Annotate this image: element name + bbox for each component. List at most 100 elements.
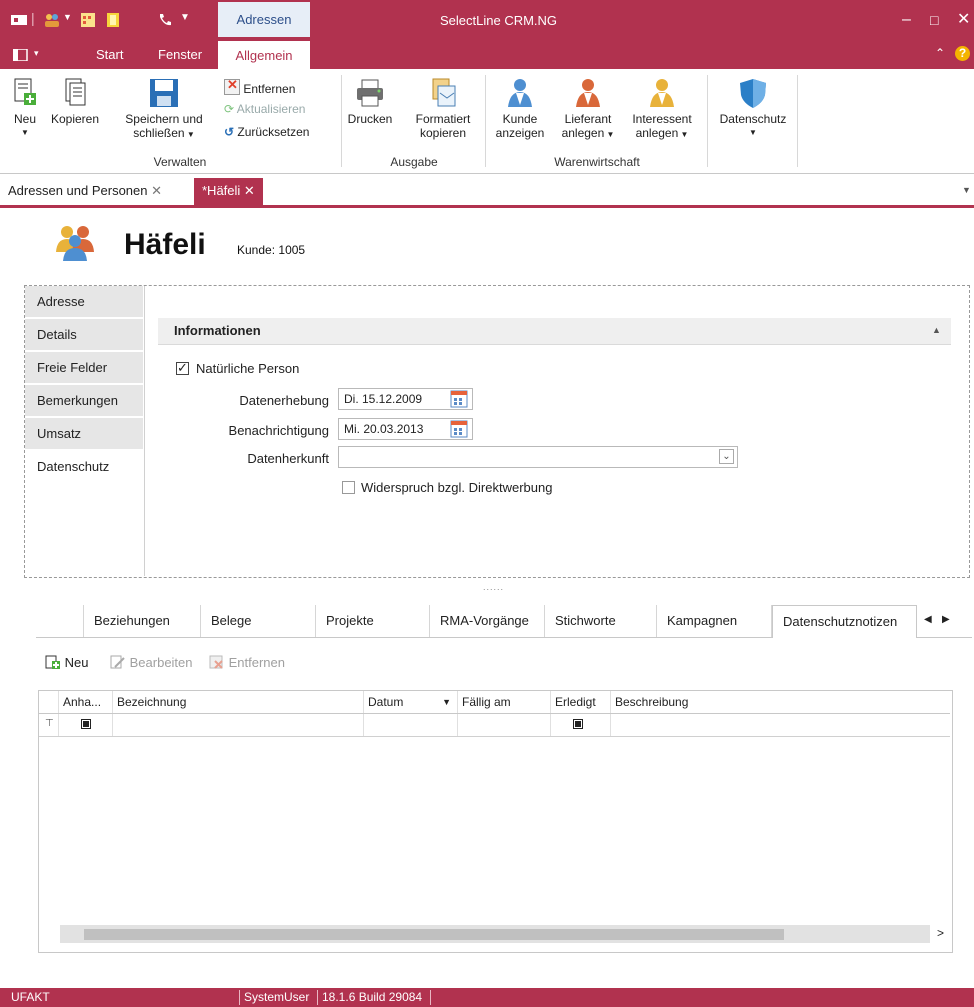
sidetab-umsatz[interactable]: Umsatz: [25, 418, 143, 450]
grid-edit-button[interactable]: Bearbeiten: [110, 655, 193, 670]
persons-quick-icon[interactable]: [44, 12, 60, 28]
calendar-icon[interactable]: [450, 390, 468, 408]
filter-checkbox-icon[interactable]: [573, 719, 583, 729]
scroll-right-icon[interactable]: >: [937, 926, 944, 940]
sidetab-details[interactable]: Details: [25, 319, 143, 351]
reset-button[interactable]: ↺ Zurücksetzen: [224, 124, 309, 140]
sidetab-bemerkungen[interactable]: Bemerkungen: [25, 385, 143, 417]
tab-fenster[interactable]: Fenster: [158, 41, 202, 69]
col-bezeichnung[interactable]: Bezeichnung: [113, 691, 364, 713]
natural-person-checkbox[interactable]: [176, 360, 189, 376]
status-mandant: UFAKT: [11, 990, 50, 1004]
copy-formatted-icon: [432, 78, 456, 107]
doctab-addresses-label: Adressen und Personen: [8, 183, 148, 198]
chevron-down-icon[interactable]: ⌄: [719, 449, 734, 464]
tab-belege[interactable]: Belege: [201, 605, 316, 637]
show-customer-label-2: anzeigen: [495, 126, 545, 140]
tab-list-dropdown-icon[interactable]: ▼: [962, 185, 971, 195]
doctab-haefeli[interactable]: *Häfeli ✕: [194, 178, 263, 205]
filter-attachment-cell[interactable]: [59, 714, 113, 736]
tab-scroll-right-icon[interactable]: ▶: [942, 614, 950, 625]
tab-projekte[interactable]: Projekte: [316, 605, 430, 637]
app-title: SelectLine CRM.NG: [440, 13, 558, 28]
tab-rma[interactable]: RMA-Vorgänge: [430, 605, 545, 637]
scrollbar-thumb[interactable]: [84, 929, 784, 940]
filter-bezeichnung-cell[interactable]: [113, 714, 364, 736]
group-separator: [341, 75, 342, 167]
close-tab-icon[interactable]: ✕: [244, 183, 255, 198]
grid-remove-button[interactable]: Entfernen: [209, 655, 285, 670]
col-datum[interactable]: Datum ▼: [364, 691, 458, 713]
grid-filter-row: ⊤: [39, 714, 950, 737]
col-beschreibung[interactable]: Beschreibung: [611, 691, 950, 713]
print-label: Drucken: [347, 112, 393, 126]
app-icon[interactable]: [10, 12, 28, 28]
privacy-button[interactable]: Datenschutz ▼: [711, 77, 795, 140]
filter-beschreibung-cell[interactable]: [611, 714, 950, 736]
calendar-quick-icon[interactable]: [80, 12, 96, 28]
refresh-button[interactable]: ⟳ Aktualisieren: [224, 101, 305, 117]
close-tab-icon[interactable]: ✕: [151, 183, 162, 198]
doctab-addresses[interactable]: Adressen und Personen ✕: [8, 178, 162, 205]
save-close-button[interactable]: Speichern und schließen ▼: [118, 77, 210, 142]
splitter-grip[interactable]: ......: [483, 582, 504, 592]
tab-datenschutznotizen[interactable]: Datenschutznotizen: [772, 605, 917, 638]
col-attachment[interactable]: Anha...: [59, 691, 113, 713]
tab-kampagnen[interactable]: Kampagnen: [657, 605, 772, 637]
col-erledigt[interactable]: Erledigt: [551, 691, 611, 713]
sidetab-adresse[interactable]: Adresse: [25, 286, 143, 318]
copy-button[interactable]: Kopieren: [44, 77, 106, 126]
side-tab-divider: [144, 286, 145, 576]
filter-faellig-cell[interactable]: [458, 714, 551, 736]
info-section-header[interactable]: Informationen ▲: [158, 318, 951, 345]
group-erp-label: Warenwirtschaft: [554, 155, 640, 169]
backstage-menu-icon[interactable]: [13, 49, 29, 61]
print-button[interactable]: Drucken: [346, 77, 394, 126]
sidetab-datenschutz[interactable]: Datenschutz: [25, 451, 143, 483]
copy-formatted-button[interactable]: Formatiert kopieren: [410, 77, 476, 140]
tab-allgemein[interactable]: Allgemein: [218, 41, 310, 69]
backstage-dropdown-icon[interactable]: ▾: [34, 48, 39, 59]
tab-stichworte[interactable]: Stichworte: [545, 605, 657, 637]
remove-button[interactable]: ✕ Entfernen: [224, 77, 296, 97]
new-button[interactable]: Neu ▼: [10, 77, 40, 140]
group-separator: [485, 75, 486, 167]
sidetab-freie-felder[interactable]: Freie Felder: [25, 352, 143, 384]
tab-start[interactable]: Start: [96, 41, 123, 69]
tab-scroll-left-icon[interactable]: ◀: [924, 614, 932, 625]
help-icon[interactable]: ?: [955, 46, 970, 61]
remove-label: Entfernen: [243, 82, 296, 96]
group-separator: [797, 75, 798, 167]
calendar-icon[interactable]: [450, 420, 468, 438]
notes-quick-icon[interactable]: [105, 12, 121, 28]
maximize-button[interactable]: □: [930, 8, 938, 32]
collapse-section-icon[interactable]: ▲: [932, 325, 941, 335]
col-faellig[interactable]: Fällig am: [458, 691, 551, 713]
create-supplier-button[interactable]: Lieferant anlegen ▼: [556, 77, 620, 142]
close-button[interactable]: ✕: [957, 8, 970, 32]
data-origin-select[interactable]: ⌄: [338, 446, 738, 468]
show-customer-button[interactable]: Kunde anzeigen: [490, 77, 550, 140]
supplier-person-icon: [576, 79, 600, 107]
phone-quick-icon[interactable]: [157, 12, 173, 28]
filter-erledigt-cell[interactable]: [551, 714, 611, 736]
filter-checkbox-icon[interactable]: [81, 719, 91, 729]
customize-quickaccess-icon[interactable]: ▼: [180, 12, 190, 23]
remove-icon: ✕: [224, 77, 240, 95]
remove-icon: [209, 655, 223, 669]
copy-formatted-label-1: Formatiert: [415, 112, 471, 126]
collapse-ribbon-icon[interactable]: ⌃: [935, 46, 945, 60]
filter-datum-cell[interactable]: [364, 714, 458, 736]
minimize-button[interactable]: –: [902, 8, 911, 32]
notification-date-value: Mi. 20.03.2013: [344, 422, 424, 436]
objection-checkbox[interactable]: [342, 481, 355, 494]
customer-number-value: 1005: [278, 243, 306, 257]
create-prospect-button[interactable]: Interessent anlegen ▼: [622, 77, 702, 142]
tab-beziehungen[interactable]: Beziehungen: [84, 605, 201, 637]
refresh-label: Aktualisieren: [236, 102, 306, 116]
dropdown-icon[interactable]: ▼: [63, 12, 72, 22]
bottom-tab-row: Beziehungen Belege Projekte RMA-Vorgänge…: [36, 605, 972, 638]
customer-number: Kunde: 1005: [237, 243, 305, 257]
grid-new-button[interactable]: Neu: [45, 655, 88, 670]
save-close-label-1: Speichern und: [125, 112, 203, 126]
